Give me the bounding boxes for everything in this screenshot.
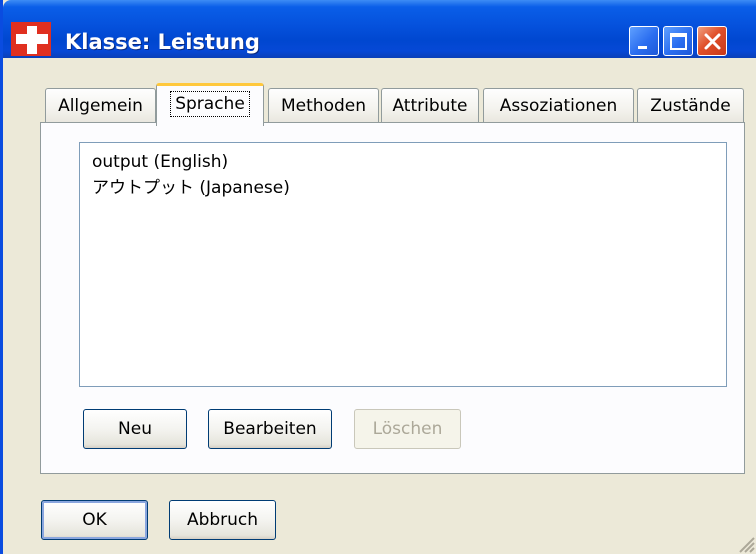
close-button[interactable] [697, 26, 727, 56]
tab-label: Allgemein [58, 96, 143, 116]
tab-methoden[interactable]: Methoden [268, 88, 379, 122]
dialog-window: Klasse: Leistung Allgemein Sprache Metho… [0, 0, 756, 554]
ok-button[interactable]: OK [41, 500, 148, 540]
tab-zustaende[interactable]: Zustände [637, 88, 744, 122]
cancel-button[interactable]: Abbruch [169, 500, 276, 540]
tab-label: Assoziationen [499, 96, 618, 116]
tab-assoziationen[interactable]: Assoziationen [483, 88, 634, 122]
tab-label: Methoden [281, 96, 366, 116]
tab-label: Zustände [650, 96, 731, 116]
language-list[interactable]: output (English) アウトプット (Japanese) [79, 142, 727, 387]
list-item[interactable]: アウトプット (Japanese) [92, 175, 714, 201]
tab-sprache[interactable]: Sprache [156, 83, 264, 126]
tab-label: Attribute [392, 96, 468, 116]
minimize-button[interactable] [629, 26, 659, 56]
swiss-cross-icon [11, 22, 51, 56]
close-icon [704, 33, 721, 50]
maximize-button[interactable] [663, 26, 693, 56]
delete-button[interactable]: Löschen [354, 409, 461, 449]
tab-attribute[interactable]: Attribute [381, 88, 479, 122]
new-button[interactable]: Neu [83, 409, 187, 449]
tab-allgemein[interactable]: Allgemein [45, 88, 156, 122]
minimize-icon [638, 46, 647, 49]
edit-button[interactable]: Bearbeiten [208, 409, 332, 449]
resize-grip-icon[interactable] [734, 532, 756, 554]
list-item[interactable]: output (English) [92, 149, 714, 175]
tab-label: Sprache [170, 91, 250, 117]
title-bar[interactable]: Klasse: Leistung [3, 0, 756, 58]
maximize-icon [670, 33, 687, 50]
window-title: Klasse: Leistung [65, 30, 260, 54]
